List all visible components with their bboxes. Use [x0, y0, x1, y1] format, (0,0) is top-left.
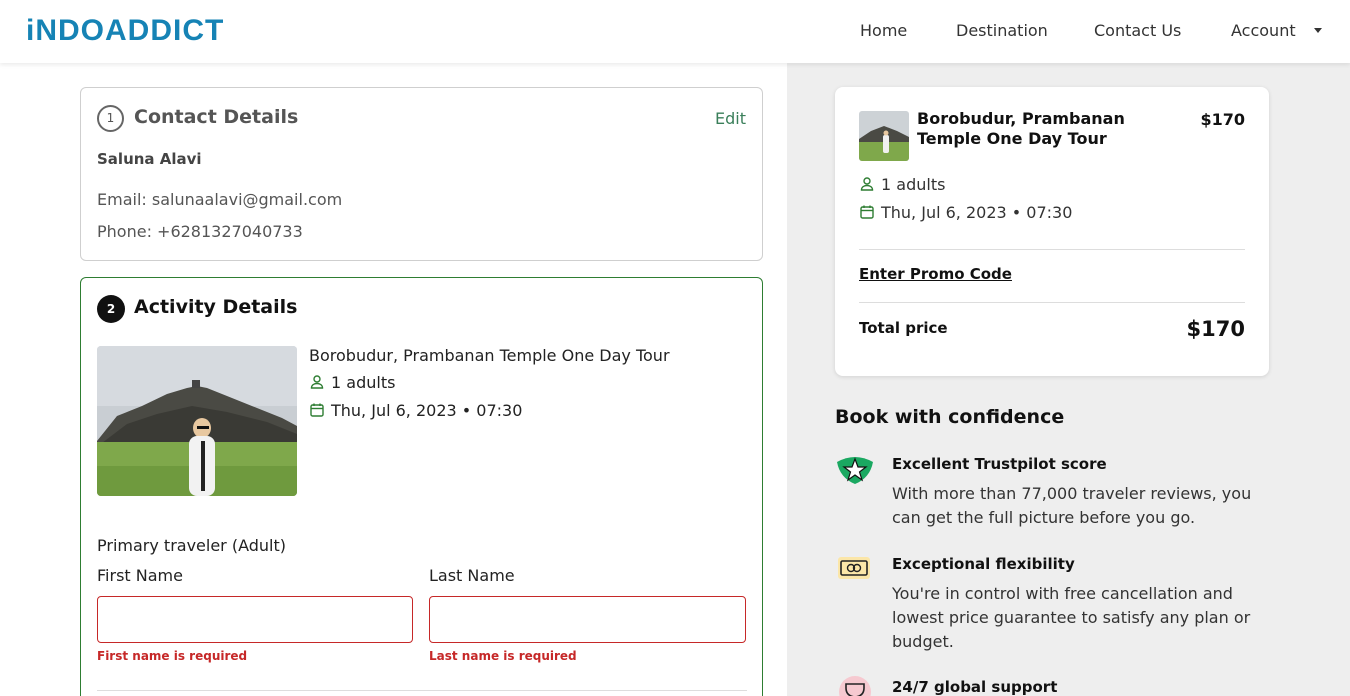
summary-adults: 1 adults — [859, 175, 945, 194]
tour-name: Borobudur, Prambanan Temple One Day Tour — [309, 346, 670, 365]
confidence-heading-3: 24/7 global support — [892, 678, 1058, 696]
total-price-value: $170 — [1186, 317, 1245, 341]
first-name-label: First Name — [97, 566, 183, 585]
contact-details-card: 1 Contact Details Edit Saluna Alavi Emai… — [80, 87, 763, 261]
summary-date-text: Thu, Jul 6, 2023 • 07:30 — [881, 203, 1073, 222]
contact-email: Email: salunaalavi@gmail.com — [97, 190, 343, 209]
divider — [859, 302, 1245, 303]
confidence-text-1: With more than 77,000 traveler reviews, … — [892, 484, 1252, 527]
money-icon — [838, 557, 870, 579]
person-icon — [310, 375, 324, 389]
calendar-icon — [860, 205, 874, 219]
nav-account[interactable]: Account — [1231, 21, 1296, 40]
last-name-label: Last Name — [429, 566, 515, 585]
calendar-icon — [310, 403, 324, 417]
trophy-icon — [839, 676, 871, 696]
tour-photo — [97, 346, 297, 496]
activity-details-title: Activity Details — [134, 296, 298, 318]
nav-home[interactable]: Home — [860, 21, 907, 40]
contact-name: Saluna Alavi — [97, 150, 202, 168]
primary-traveler-label: Primary traveler (Adult) — [97, 536, 286, 555]
confidence-text-2: You're in control with free cancellation… — [892, 584, 1251, 651]
first-name-input[interactable] — [97, 596, 413, 643]
edit-contact-link[interactable]: Edit — [715, 109, 746, 128]
promo-code-link[interactable]: Enter Promo Code — [859, 265, 1012, 283]
step-number: 2 — [97, 295, 125, 323]
booking-summary-card: Borobudur, Prambanan Temple One Day Tour… — [835, 87, 1269, 376]
last-name-input[interactable] — [429, 596, 746, 643]
trustpilot-star-icon — [837, 457, 873, 484]
site-logo[interactable]: iNDOADDICT — [26, 14, 224, 48]
confidence-title: Book with confidence — [835, 406, 1065, 428]
person-icon — [860, 177, 874, 191]
contact-phone: Phone: +6281327040733 — [97, 222, 303, 241]
activity-details-card: 2 Activity Details Borobudur, Prambanan … — [80, 277, 763, 696]
summary-tour-name: Borobudur, Prambanan Temple One Day Tour — [917, 109, 1125, 148]
tour-adults: 1 adults — [309, 373, 395, 392]
nav-contact-us[interactable]: Contact Us — [1094, 21, 1181, 40]
last-name-error: Last name is required — [429, 649, 577, 663]
nav-destination[interactable]: Destination — [956, 21, 1048, 40]
first-name-error: First name is required — [97, 649, 248, 663]
tour-adults-text: 1 adults — [331, 373, 396, 392]
summary-adults-text: 1 adults — [881, 175, 946, 194]
chevron-down-icon[interactable] — [1314, 28, 1322, 33]
tour-date: Thu, Jul 6, 2023 • 07:30 — [309, 401, 522, 420]
divider — [859, 249, 1245, 250]
tour-date-text: Thu, Jul 6, 2023 • 07:30 — [331, 401, 523, 420]
contact-details-title: Contact Details — [134, 106, 299, 128]
summary-date: Thu, Jul 6, 2023 • 07:30 — [859, 203, 1072, 222]
confidence-heading-1: Excellent Trustpilot score — [892, 455, 1107, 473]
confidence-heading-2: Exceptional flexibility — [892, 555, 1075, 573]
summary-price: $170 — [1200, 110, 1245, 129]
tour-thumbnail — [859, 111, 909, 161]
total-price-label: Total price — [859, 319, 948, 337]
step-number: 1 — [97, 105, 124, 132]
top-navbar: iNDOADDICT Home Destination Contact Us A… — [0, 0, 1350, 63]
divider — [97, 690, 747, 691]
